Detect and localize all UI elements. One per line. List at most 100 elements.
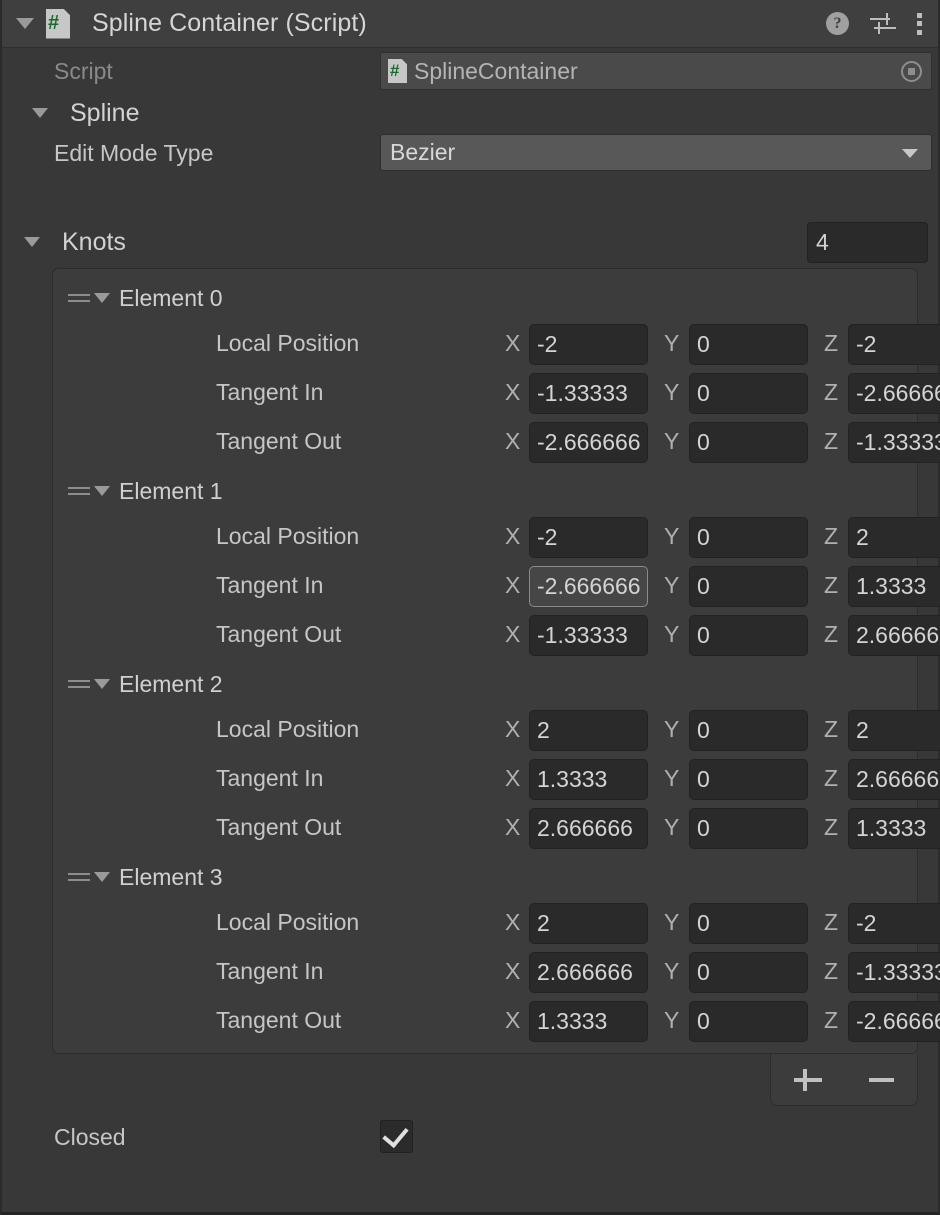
knots-header-row: Knots 4: [2, 216, 938, 268]
knot-3-local-position-x-field[interactable]: 2: [529, 903, 648, 944]
knot-3-tangent-in-z-field[interactable]: -1.33333: [848, 952, 940, 993]
knot-2-tangent-out-y-field[interactable]: 0: [689, 808, 808, 849]
element-foldout-triangle-icon[interactable]: [94, 679, 110, 689]
remove-knot-button[interactable]: [864, 1063, 898, 1097]
axis-label-x: X: [505, 814, 520, 841]
header-icon-group: ?: [826, 0, 922, 47]
knot-3-local-position-y-field[interactable]: 0: [689, 903, 808, 944]
axis-label-z: Z: [824, 716, 838, 743]
axis-label-z: Z: [824, 958, 838, 985]
vector3-row-tangent-in: Tangent InX-2.666666Y0Z1.3333: [53, 563, 917, 612]
knot-1-tangent-in-y-field[interactable]: 0: [689, 566, 808, 607]
vector3-label: Tangent Out: [216, 621, 341, 648]
knots-size-field[interactable]: 4: [807, 222, 928, 263]
vector3-row-local-position: Local PositionX-2Y0Z2: [53, 514, 917, 563]
knot-3-tangent-in-y-field[interactable]: 0: [689, 952, 808, 993]
knot-0-tangent-in-z-field[interactable]: -2.666666: [848, 373, 940, 414]
drag-handle-icon[interactable]: [68, 678, 90, 690]
vector3-label: Tangent Out: [216, 814, 341, 841]
element-foldout-triangle-icon[interactable]: [94, 872, 110, 882]
knot-element-label: Element 1: [119, 478, 223, 505]
knot-1-tangent-in-x-field[interactable]: -2.666666: [529, 566, 648, 607]
vector3-row-local-position: Local PositionX2Y0Z2: [53, 707, 917, 756]
vector3-label: Tangent In: [216, 572, 323, 599]
knot-1-local-position-x-field[interactable]: -2: [529, 517, 648, 558]
knot-2-tangent-in-z-field[interactable]: 2.666666: [848, 759, 940, 800]
axis-label-y: Y: [664, 958, 679, 985]
spline-foldout-triangle-icon[interactable]: [32, 108, 48, 118]
add-knot-button[interactable]: [791, 1063, 825, 1097]
vector3-label: Local Position: [216, 330, 359, 357]
vector3-label: Tangent Out: [216, 1007, 341, 1034]
drag-handle-icon[interactable]: [68, 485, 90, 497]
axis-label-z: Z: [824, 428, 838, 455]
vector3-label: Tangent Out: [216, 428, 341, 455]
component-foldout-triangle-icon[interactable]: [16, 18, 34, 29]
axis-label-z: Z: [824, 909, 838, 936]
edit-mode-type-label: Edit Mode Type: [54, 140, 213, 167]
knot-2-tangent-in-y-field[interactable]: 0: [689, 759, 808, 800]
knot-3-local-position-z-field[interactable]: -2: [848, 903, 940, 944]
knot-0-local-position-y-field[interactable]: 0: [689, 324, 808, 365]
knot-element-header[interactable]: Element 3: [53, 854, 917, 900]
knot-1-tangent-out-y-field[interactable]: 0: [689, 615, 808, 656]
help-icon[interactable]: ?: [826, 12, 849, 35]
knot-2-local-position-z-field[interactable]: 2: [848, 710, 940, 751]
knot-element-header[interactable]: Element 1: [53, 468, 917, 514]
knot-0-tangent-out-x-field[interactable]: -2.666666: [529, 422, 648, 463]
spline-section-foldout[interactable]: Spline: [2, 94, 938, 132]
knot-2-tangent-out-x-field[interactable]: 2.666666: [529, 808, 648, 849]
vector3-row-tangent-out: Tangent OutX1.3333Y0Z-2.666666: [53, 998, 917, 1047]
knot-1-tangent-in-z-field[interactable]: 1.3333: [848, 566, 940, 607]
knots-foldout-triangle-icon[interactable]: [24, 237, 40, 247]
knot-3-tangent-in-x-field[interactable]: 2.666666: [529, 952, 648, 993]
component-header[interactable]: # Spline Container (Script) ?: [2, 0, 938, 48]
knot-3-tangent-out-y-field[interactable]: 0: [689, 1001, 808, 1042]
axis-label-x: X: [505, 523, 520, 550]
axis-label-x: X: [505, 958, 520, 985]
knot-1-local-position-y-field[interactable]: 0: [689, 517, 808, 558]
closed-label: Closed: [54, 1124, 126, 1151]
closed-checkbox[interactable]: [380, 1120, 413, 1153]
knot-element-header[interactable]: Element 0: [53, 275, 917, 321]
axis-label-x: X: [505, 909, 520, 936]
axis-label-y: Y: [664, 909, 679, 936]
kebab-menu-icon[interactable]: [917, 13, 922, 35]
knot-1-local-position-z-field[interactable]: 2: [848, 517, 940, 558]
knot-3-tangent-out-z-field[interactable]: -2.666666: [848, 1001, 940, 1042]
knot-1-tangent-out-x-field[interactable]: -1.33333: [529, 615, 648, 656]
edit-mode-type-dropdown[interactable]: Bezier: [380, 134, 932, 171]
drag-handle-icon[interactable]: [68, 871, 90, 883]
knot-1-tangent-out-z-field[interactable]: 2.666666: [848, 615, 940, 656]
knot-0-local-position-x-field[interactable]: -2: [529, 324, 648, 365]
preset-sliders-icon[interactable]: [870, 13, 896, 35]
knot-2-tangent-out-z-field[interactable]: 1.3333: [848, 808, 940, 849]
vector3-row-tangent-out: Tangent OutX-1.33333Y0Z2.666666: [53, 612, 917, 661]
axis-label-z: Z: [824, 1007, 838, 1034]
drag-handle-icon[interactable]: [68, 292, 90, 304]
vector3-label: Local Position: [216, 909, 359, 936]
knot-2-local-position-y-field[interactable]: 0: [689, 710, 808, 751]
axis-label-y: Y: [664, 621, 679, 648]
object-picker-icon[interactable]: [901, 61, 922, 82]
knot-element-label: Element 0: [119, 285, 223, 312]
knot-0-tangent-out-y-field[interactable]: 0: [689, 422, 808, 463]
knot-0-tangent-in-y-field[interactable]: 0: [689, 373, 808, 414]
element-foldout-triangle-icon[interactable]: [94, 486, 110, 496]
knot-element-label: Element 3: [119, 864, 223, 891]
knot-2-local-position-x-field[interactable]: 2: [529, 710, 648, 751]
script-object-field[interactable]: # SplineContainer: [380, 52, 932, 90]
knot-0-tangent-in-x-field[interactable]: -1.33333: [529, 373, 648, 414]
axis-label-z: Z: [824, 330, 838, 357]
vector3-row-tangent-in: Tangent InX2.666666Y0Z-1.33333: [53, 949, 917, 998]
vector3-label: Tangent In: [216, 765, 323, 792]
knot-0-tangent-out-z-field[interactable]: -1.33333: [848, 422, 940, 463]
knot-0-local-position-z-field[interactable]: -2: [848, 324, 940, 365]
element-foldout-triangle-icon[interactable]: [94, 293, 110, 303]
knot-2-tangent-in-x-field[interactable]: 1.3333: [529, 759, 648, 800]
knot-3-tangent-out-x-field[interactable]: 1.3333: [529, 1001, 648, 1042]
axis-label-y: Y: [664, 765, 679, 792]
knots-list-container: Element 0Local PositionX-2Y0Z-2Tangent I…: [52, 268, 918, 1054]
hash-glyph: #: [48, 10, 59, 36]
knot-element-header[interactable]: Element 2: [53, 661, 917, 707]
